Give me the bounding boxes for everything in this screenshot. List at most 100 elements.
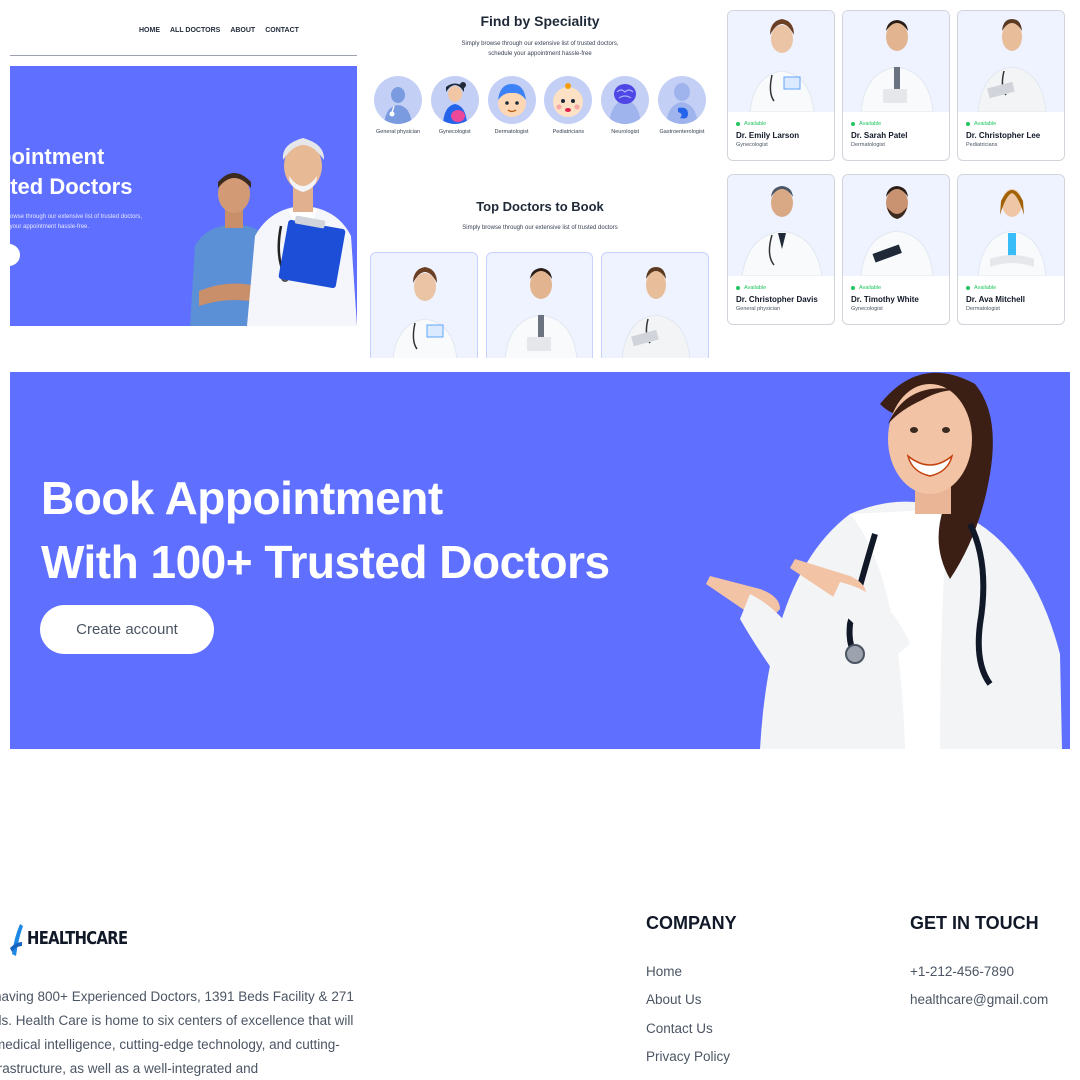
- nav-link-home[interactable]: HOME: [139, 27, 160, 34]
- nav-link-all-doctors[interactable]: ALL DOCTORS: [170, 27, 220, 34]
- footer-description-line: having 800+ Experienced Doctors, 1391 Be…: [0, 989, 354, 1004]
- status-dot-icon: [966, 122, 970, 126]
- speciality-title: Find by Speciality: [480, 13, 600, 29]
- speciality-label: General physician: [375, 129, 421, 135]
- speciality-label: Gastroenterologist: [659, 129, 705, 135]
- top-navbar: HOME ALL DOCTORS ABOUT CONTACT: [10, 0, 357, 56]
- doctor-speciality: Gynecologist: [736, 142, 768, 148]
- doctor-photo: [958, 175, 1064, 276]
- footer-description-line: frastructure, as well as a well-integrat…: [0, 1061, 259, 1076]
- heartbeat-hand-logo-icon: [10, 924, 23, 956]
- speciality-general-physician[interactable]: General physician: [372, 76, 424, 135]
- hero-title-line2: sted Doctors: [10, 174, 133, 199]
- speciality-pediatricians[interactable]: Pediatricians: [542, 76, 594, 135]
- nav-links: HOME ALL DOCTORS ABOUT CONTACT: [139, 27, 299, 34]
- hero-title: pointment sted Doctors: [10, 142, 132, 202]
- top-doctors-title: Top Doctors to Book: [476, 199, 604, 214]
- speciality-dermatologist[interactable]: Dermatologist: [486, 76, 538, 135]
- contact-list: +1-212-456-7890 healthcare@gmail.com: [910, 958, 1048, 1015]
- top-doctors-cards: [370, 252, 709, 358]
- doctor-card[interactable]: Available Dr. Emily Larson Gynecologist: [727, 10, 835, 161]
- pediatricians-icon: [544, 76, 593, 124]
- doctor-photo: [843, 175, 949, 276]
- nav-link-contact[interactable]: CONTACT: [265, 27, 299, 34]
- status-label: Available: [974, 121, 997, 127]
- hero-book-button[interactable]: [10, 244, 20, 266]
- neurologist-icon: [601, 76, 650, 124]
- speciality-label: Pediatricians: [552, 129, 585, 135]
- footer-link-about-us[interactable]: About Us: [646, 986, 730, 1014]
- doctor-speciality: Gynecologist: [851, 306, 883, 312]
- top-doctor-card[interactable]: [601, 252, 709, 358]
- speciality-subtitle-line1: Simply browse through our extensive list…: [461, 41, 619, 47]
- doctor-card[interactable]: Available Dr. Timothy White Gynecologist: [842, 174, 950, 325]
- doctor-name: Dr. Christopher Lee: [966, 131, 1041, 140]
- gastroenterologist-icon: [657, 76, 706, 124]
- hero-subtitle-line2: ule your appointment hassle-free.: [10, 224, 90, 230]
- gynecologist-icon: [430, 76, 479, 124]
- status-label: Available: [744, 121, 767, 127]
- availability-status: Available: [966, 285, 1056, 291]
- availability-status: Available: [851, 285, 941, 291]
- doctor-name: Dr. Christopher Davis: [736, 295, 818, 304]
- speciality-gastroenterologist[interactable]: Gastroenterologist: [656, 76, 708, 135]
- speciality-subtitle-line2: schedule your appointment hassle-free: [488, 51, 592, 57]
- footer-link-contact-us[interactable]: Contact Us: [646, 1015, 730, 1043]
- availability-status: Available: [851, 121, 941, 127]
- company-heading: COMPANY: [646, 913, 737, 933]
- speciality-subtitle: Simply browse through our extensive list…: [370, 39, 710, 59]
- footer-logo[interactable]: HEALTHCARE: [10, 918, 149, 958]
- top-doctor-card[interactable]: [370, 252, 478, 358]
- status-dot-icon: [736, 122, 740, 126]
- logo-text: HEALTHCARE: [27, 927, 128, 949]
- doctor-photo: [392, 267, 458, 358]
- footer-description: having 800+ Experienced Doctors, 1391 Be…: [0, 985, 394, 1080]
- speciality-gynecologist[interactable]: Gynecologist: [429, 76, 481, 135]
- banner-title-line2: With 100+ Trusted Doctors: [41, 536, 610, 588]
- contact-email[interactable]: healthcare@gmail.com: [910, 986, 1048, 1014]
- footer-link-home[interactable]: Home: [646, 958, 730, 986]
- top-doctors-subtitle: Simply browse through our extensive list…: [462, 225, 618, 231]
- footer-link-privacy-policy[interactable]: Privacy Policy: [646, 1043, 730, 1071]
- doctor-speciality: Dermatologist: [966, 306, 1000, 312]
- doctor-photo: [728, 11, 834, 112]
- doctor-card[interactable]: Available Dr. Christopher Davis General …: [727, 174, 835, 325]
- top-doctor-card[interactable]: [485, 252, 594, 358]
- doctor-card[interactable]: Available Dr. Christopher Lee Pediatrici…: [957, 10, 1065, 161]
- speciality-label: Neurologist: [611, 129, 640, 135]
- doctor-card[interactable]: Available Dr. Sarah Patel Dermatologist: [842, 10, 950, 161]
- doctor-photo: [843, 11, 949, 112]
- doctor-grid: Available Dr. Emily Larson Gynecologist …: [727, 10, 1067, 325]
- doctor-speciality: Pediatricians: [966, 142, 998, 148]
- doctor-name: Dr. Sarah Patel: [851, 131, 908, 140]
- hero-doctors-image: [190, 138, 357, 326]
- status-dot-icon: [736, 286, 740, 290]
- nav-link-about[interactable]: ABOUT: [230, 27, 255, 34]
- doctor-photo: [728, 175, 834, 276]
- status-label: Available: [859, 285, 882, 291]
- doctor-name: Dr. Ava Mitchell: [966, 295, 1025, 304]
- get-in-touch-heading: GET IN TOUCH: [910, 913, 1039, 933]
- speciality-label: Dermatologist: [494, 129, 529, 135]
- speciality-neurologist[interactable]: Neurologist: [599, 76, 651, 135]
- contact-phone[interactable]: +1-212-456-7890: [910, 958, 1048, 986]
- doctor-name: Dr. Timothy White: [851, 295, 919, 304]
- footer-description-line: medical intelligence, cutting-edge techn…: [0, 1037, 340, 1052]
- doctor-photo: [621, 267, 691, 358]
- company-links: Home About Us Contact Us Privacy Policy: [646, 958, 730, 1071]
- general-physician-icon: [374, 76, 422, 124]
- banner-title-line1: Book Appointment: [41, 472, 443, 524]
- status-label: Available: [974, 285, 997, 291]
- doctor-card[interactable]: Available Dr. Ava Mitchell Dermatologist: [957, 174, 1065, 325]
- nav-link-home-label: HOME: [139, 27, 160, 34]
- availability-status: Available: [736, 285, 826, 291]
- doctor-photo: [504, 268, 578, 358]
- doctor-speciality: General physician: [736, 306, 781, 312]
- availability-status: Available: [966, 121, 1056, 127]
- doctor-name: Dr. Emily Larson: [736, 131, 800, 140]
- hero-subtitle: y browse through our extensive list of t…: [10, 212, 142, 232]
- create-account-button[interactable]: Create account: [40, 605, 214, 654]
- speciality-list: General physician Gynecologist Dermatolo…: [372, 76, 708, 135]
- hero-banner: pointment sted Doctors y browse through …: [10, 66, 357, 326]
- banner-title: Book Appointment With 100+ Trusted Docto…: [41, 466, 610, 594]
